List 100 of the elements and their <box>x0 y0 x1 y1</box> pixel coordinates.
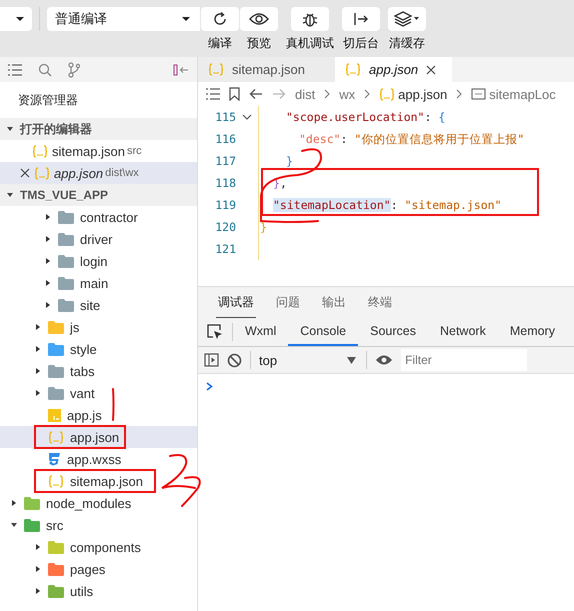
toolbar-button[interactable] <box>291 7 329 31</box>
toolbar-label: 编译 <box>208 35 232 52</box>
folder-icon <box>58 276 74 290</box>
expanded-caret-icon[interactable] <box>10 521 18 529</box>
collapsed-caret-icon[interactable] <box>44 213 52 221</box>
file-name: utils <box>70 584 94 598</box>
tree-item[interactable]: node_modules <box>0 492 197 514</box>
tree-item[interactable]: driver <box>0 228 197 250</box>
tree-item[interactable]: site <box>0 294 197 316</box>
collapse-panel-icon[interactable] <box>173 64 189 76</box>
devtools-tab[interactable]: Sources <box>358 318 428 346</box>
back-arrow-icon[interactable] <box>249 88 263 100</box>
tree-item[interactable]: main <box>0 272 197 294</box>
code-line: "desc": "你的位置信息将用于位置上报" <box>299 132 524 146</box>
refresh-icon <box>212 11 228 27</box>
breadcrumb-item[interactable]: dist <box>295 86 316 102</box>
file-name: node_modules <box>46 496 132 510</box>
tree-item[interactable]: sitemap.json <box>0 470 197 492</box>
bookmark-icon[interactable] <box>229 87 240 101</box>
compile-mode-dropdown[interactable]: 普通编译 <box>47 7 200 31</box>
braces-icon <box>48 474 64 488</box>
tree-item[interactable]: vant <box>0 382 197 404</box>
inspect-icon[interactable] <box>207 324 223 340</box>
line-number: 118 <box>214 176 236 190</box>
tree-item[interactable]: pages <box>0 558 197 580</box>
collapsed-caret-icon[interactable] <box>34 389 42 397</box>
tree-item[interactable]: components <box>0 536 197 558</box>
dropdown[interactable] <box>0 7 32 31</box>
tree-item[interactable]: app.json <box>0 426 197 448</box>
collapsed-caret-icon[interactable] <box>34 345 42 353</box>
code-line: "scope.userLocation": { <box>286 110 446 124</box>
toolbar-button[interactable] <box>342 7 380 31</box>
section-header[interactable]: TMS_VUE_APP <box>0 184 197 206</box>
close-icon[interactable] <box>426 64 436 74</box>
toolbar-button[interactable] <box>388 7 426 31</box>
devtools-tab[interactable]: Memory <box>498 318 567 346</box>
editor-tab[interactable]: app.json <box>335 57 452 82</box>
tree-item[interactable]: tabs <box>0 360 197 382</box>
collapsed-caret-icon[interactable] <box>34 323 42 331</box>
devtools-tab[interactable]: Network <box>428 318 498 346</box>
line-number: 121 <box>214 242 236 256</box>
collapsed-caret-icon[interactable] <box>34 543 42 551</box>
file-name: components <box>70 540 141 554</box>
tree-item[interactable]: contractor <box>0 206 197 228</box>
toolbar-button[interactable] <box>201 7 239 31</box>
branch-icon[interactable] <box>68 62 80 78</box>
list-icon[interactable] <box>8 64 22 76</box>
caret-icon <box>182 16 190 22</box>
panel-tab[interactable]: 输出 <box>320 287 348 318</box>
braces-icon <box>379 88 396 100</box>
search-icon[interactable] <box>38 62 52 76</box>
file-name: style <box>70 342 97 356</box>
collapsed-caret-icon[interactable] <box>34 367 42 375</box>
expanded-caret-icon[interactable] <box>6 191 14 199</box>
explorer-title: 资源管理器 <box>17 92 79 108</box>
breadcrumb-item[interactable]: wx <box>339 86 356 102</box>
file-name: app.js <box>67 408 102 422</box>
tree-item[interactable]: js <box>0 316 197 338</box>
sidebar-toggle-icon[interactable] <box>204 353 219 367</box>
file-name: app.json <box>70 430 120 444</box>
breadcrumb-item[interactable]: sitemapLoc <box>489 86 556 102</box>
collapsed-caret-icon[interactable] <box>44 257 52 265</box>
open-editor-item[interactable]: sitemap.json src <box>0 140 197 162</box>
context-select[interactable]: top <box>250 351 368 369</box>
collapsed-caret-icon[interactable] <box>44 235 52 243</box>
collapsed-caret-icon[interactable] <box>44 279 52 287</box>
file-name: main <box>80 276 108 290</box>
breadcrumb-item[interactable]: app.json <box>398 86 448 102</box>
devtools-tab[interactable]: Wxml <box>233 318 288 346</box>
file-name: app.wxss <box>67 452 122 466</box>
tree-item[interactable]: app.js <box>0 404 197 426</box>
expanded-caret-icon[interactable] <box>6 125 14 133</box>
tree-item[interactable]: app.wxss <box>0 448 197 470</box>
folder-icon <box>48 540 64 554</box>
tree-item[interactable]: src <box>0 514 197 536</box>
tree-item[interactable]: login <box>0 250 197 272</box>
collapsed-caret-icon[interactable] <box>34 565 42 573</box>
collapsed-caret-icon[interactable] <box>10 499 18 507</box>
list-icon[interactable] <box>206 88 220 100</box>
file-name: vant <box>70 386 95 400</box>
tree-item[interactable]: utils <box>0 580 197 602</box>
collapsed-caret-icon[interactable] <box>44 301 52 309</box>
eye-icon[interactable] <box>375 354 394 366</box>
panel-tab[interactable]: 终端 <box>366 287 394 318</box>
clear-console-icon[interactable] <box>227 352 242 368</box>
property-icon <box>471 88 486 100</box>
chevron-icon <box>364 89 370 99</box>
editor-tab[interactable]: sitemap.json <box>198 57 335 82</box>
filter-field[interactable]: Filter <box>401 349 528 371</box>
file-name: driver <box>80 232 113 246</box>
fold-chevron-icon[interactable] <box>242 114 252 120</box>
panel-tab[interactable]: 问题 <box>274 287 302 318</box>
file-name: pages <box>70 562 106 576</box>
tree-item[interactable]: style <box>0 338 197 360</box>
toolbar-button[interactable] <box>240 7 278 31</box>
open-editor-item[interactable]: app.json dist\wx <box>0 162 197 184</box>
folder-icon <box>48 342 64 356</box>
section-header[interactable]: 打开的编辑器 <box>0 118 197 140</box>
close-icon[interactable] <box>20 168 30 178</box>
collapsed-caret-icon[interactable] <box>34 587 42 595</box>
